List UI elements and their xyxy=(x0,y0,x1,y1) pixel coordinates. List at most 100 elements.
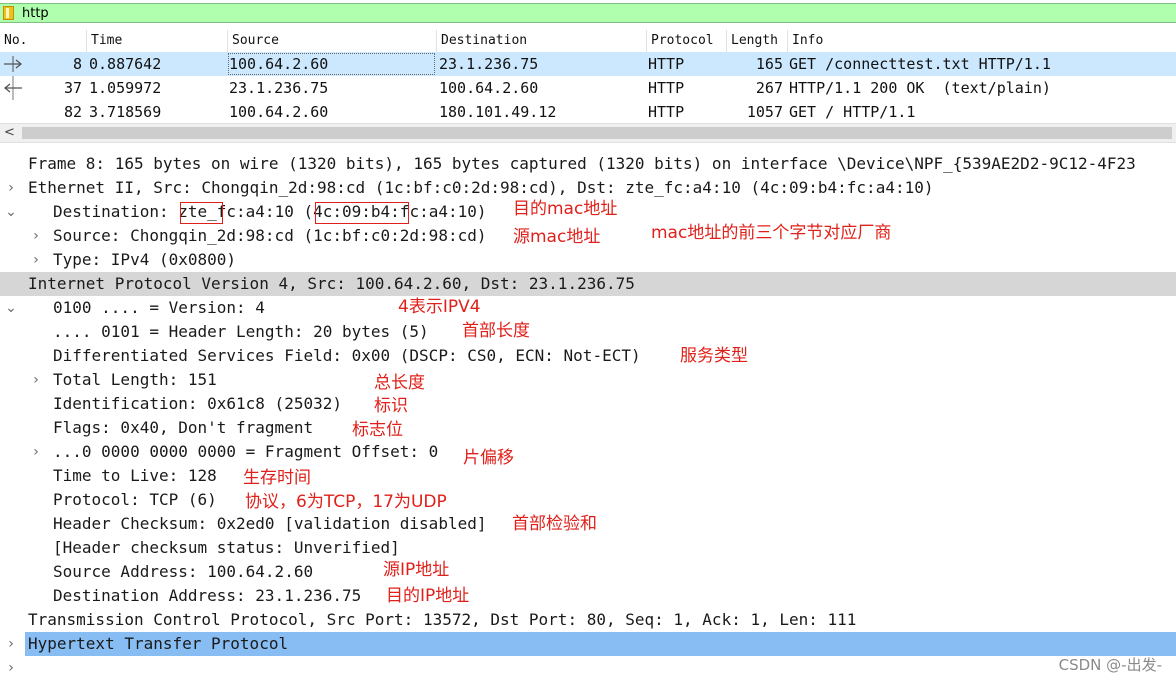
tree-item-label: Ethernet II, Src: Chongqin_2d:98:cd (1c:… xyxy=(28,178,934,197)
annotation-dst-ip: 目的IP地址 xyxy=(386,586,470,606)
tree-item-ip-checksum-status[interactable]: [Header checksum status: Unverified] xyxy=(0,536,1176,560)
packet-length: 1057 xyxy=(746,103,783,121)
column-header-no[interactable]: No. xyxy=(0,30,86,52)
packet-length: 267 xyxy=(755,79,783,97)
bookmark-icon[interactable] xyxy=(3,6,14,20)
tree-item-label: Frame 8: 165 bytes on wire (1320 bits), … xyxy=(28,154,1136,173)
packet-time: 0.887642 xyxy=(89,55,162,73)
column-header-info[interactable]: Info xyxy=(787,30,1176,52)
tree-item-label: Source: Chongqin_2d:98:cd (1c:bf:c0:2d:9… xyxy=(53,226,487,245)
watermark: CSDN @-出发- xyxy=(1058,656,1162,674)
annotation-total-length: 总长度 xyxy=(374,373,425,393)
packet-info: GET /connecttest.txt HTTP/1.1 xyxy=(789,55,1051,73)
oui-highlight-box xyxy=(315,202,409,224)
tree-item-label: Hypertext Transfer Protocol xyxy=(28,634,289,653)
packet-time: 1.059972 xyxy=(89,79,162,97)
packet-time: 3.718569 xyxy=(89,103,162,121)
tree-item-label: Destination: zte_fc:a4:10 (4c:09:b4:fc:a… xyxy=(53,200,487,224)
packet-source: 100.64.2.60 xyxy=(227,52,436,76)
annotation-version: 4表示IPV4 xyxy=(398,297,481,317)
annotation-identification: 标识 xyxy=(374,396,408,416)
response-arrow-icon xyxy=(3,76,22,100)
tree-item-label: Time to Live: 128 xyxy=(53,466,217,485)
annotation-dst-mac: 目的mac地址 xyxy=(513,199,618,219)
eth-dst-mid: fc:a4:10 xyxy=(216,202,304,221)
tree-item-tcp[interactable]: › Transmission Control Protocol, Src Por… xyxy=(0,608,1176,652)
packet-destination: 100.64.2.60 xyxy=(439,79,539,97)
packet-destination: 23.1.236.75 xyxy=(439,55,539,73)
column-header-protocol[interactable]: Protocol xyxy=(646,30,726,52)
packet-info: GET / HTTP/1.1 xyxy=(789,103,916,121)
annotation-src-ip: 源IP地址 xyxy=(383,560,450,580)
column-header-length[interactable]: Length xyxy=(726,30,787,52)
tree-item-label: Source Address: 100.64.2.60 xyxy=(53,562,314,581)
packet-protocol: HTTP xyxy=(648,55,685,73)
tree-item-ip-total-length[interactable]: Total Length: 151 xyxy=(0,368,1176,392)
packet-info: HTTP/1.1 200 OK (text/plain) xyxy=(789,79,1051,97)
tree-item-label: Identification: 0x61c8 (25032) xyxy=(53,394,342,413)
tree-item-ip-version[interactable]: 0100 .... = Version: 4 xyxy=(0,296,1176,320)
column-header-time[interactable]: Time xyxy=(86,30,227,52)
packet-length: 165 xyxy=(755,55,783,73)
tree-item-ip-fragment-offset[interactable]: ...0 0000 0000 0000 = Fragment Offset: 0 xyxy=(0,440,1176,464)
column-header-destination[interactable]: Destination xyxy=(436,30,646,52)
packet-list-header: No. Time Source Destination Protocol Len… xyxy=(0,30,1176,53)
tree-item-label: Type: IPv4 (0x0800) xyxy=(53,250,237,269)
tree-item-label: 0100 .... = Version: 4 xyxy=(53,298,265,317)
tree-item-ip-ttl[interactable]: Time to Live: 128 xyxy=(0,464,1176,488)
tree-item-label: Total Length: 151 xyxy=(53,370,217,389)
annotation-checksum: 首部检验和 xyxy=(512,514,597,534)
annotation-oui: mac地址的前三个字节对应厂商 xyxy=(651,223,892,243)
scroll-left-arrow-icon[interactable]: < xyxy=(4,124,15,142)
tree-item-ethernet[interactable]: ⌄ Ethernet II, Src: Chongqin_2d:98:cd (1… xyxy=(0,176,1176,220)
column-header-source[interactable]: Source xyxy=(227,30,436,52)
tree-item-label: Header Checksum: 0x2ed0 [validation disa… xyxy=(53,514,487,533)
packet-source: 23.1.236.75 xyxy=(229,79,329,97)
tree-item-http[interactable]: Hypertext Transfer Protocol xyxy=(25,632,1176,656)
annotation-src-mac: 源mac地址 xyxy=(513,227,601,247)
packet-list-hscrollbar[interactable]: < xyxy=(0,123,1176,143)
display-filter-input[interactable]: http xyxy=(22,5,49,22)
tree-item-label: .... 0101 = Header Length: 20 bytes (5) xyxy=(53,322,429,341)
packet-no: 37 xyxy=(63,79,82,97)
packet-no: 82 xyxy=(63,103,82,121)
annotation-dsf: 服务类型 xyxy=(680,346,748,366)
tree-item-frame[interactable]: › Frame 8: 165 bytes on wire (1320 bits)… xyxy=(0,152,1176,196)
packet-row[interactable]: 37 1.059972 23.1.236.75 100.64.2.60 HTTP… xyxy=(0,76,1176,100)
tree-item-ip-flags[interactable]: › Flags: 0x40, Don't fragment xyxy=(0,416,1176,460)
annotation-header-length: 首部长度 xyxy=(462,321,530,341)
packet-protocol: HTTP xyxy=(648,103,685,121)
tree-item-label: Internet Protocol Version 4, Src: 100.64… xyxy=(28,274,635,293)
tree-item-ip-protocol[interactable]: Protocol: TCP (6) xyxy=(0,488,1176,512)
packet-destination: 180.101.49.12 xyxy=(439,103,557,121)
tree-item-label: Transmission Control Protocol, Src Port:… xyxy=(28,610,857,629)
tree-item-ip-identification[interactable]: Identification: 0x61c8 (25032) xyxy=(0,392,1176,416)
display-filter-bar[interactable]: http xyxy=(0,3,1176,23)
tree-item-label: Differentiated Services Field: 0x00 (DSC… xyxy=(53,346,641,365)
annotation-flags: 标志位 xyxy=(352,420,403,440)
tree-item-label: ...0 0000 0000 0000 = Fragment Offset: 0 xyxy=(53,442,439,461)
tree-item-label: [Header checksum status: Unverified] xyxy=(53,538,400,557)
tree-item-ipv4[interactable]: ⌄ Internet Protocol Version 4, Src: 100.… xyxy=(0,272,1176,316)
tree-item-label: Destination Address: 23.1.236.75 xyxy=(53,586,362,605)
tree-item-ip-dsf[interactable]: › Differentiated Services Field: 0x00 (D… xyxy=(0,344,1176,388)
packet-protocol: HTTP xyxy=(648,79,685,97)
tree-item-eth-type[interactable]: Type: IPv4 (0x0800) xyxy=(0,248,1176,272)
packet-row[interactable]: 82 3.718569 100.64.2.60 180.101.49.12 HT… xyxy=(0,100,1176,124)
annotation-fragment-offset: 片偏移 xyxy=(463,448,514,468)
packet-no: 8 xyxy=(72,55,82,73)
tree-item-ip-source[interactable]: Source Address: 100.64.2.60 xyxy=(0,560,1176,584)
annotation-protocol: 协议，6为TCP，17为UDP xyxy=(245,492,447,512)
packet-row[interactable]: 8 0.887642 100.64.2.60 23.1.236.75 HTTP … xyxy=(0,52,1176,76)
tree-item-label: Flags: 0x40, Don't fragment xyxy=(53,418,314,437)
tree-item-ip-destination[interactable]: Destination Address: 23.1.236.75 xyxy=(0,584,1176,608)
tree-item-ip-header-length[interactable]: .... 0101 = Header Length: 20 bytes (5) xyxy=(0,320,1176,344)
packet-source: 100.64.2.60 xyxy=(229,103,329,121)
vendor-highlight-box xyxy=(180,202,223,224)
annotation-ttl: 生存时间 xyxy=(243,468,311,488)
eth-dst-prefix: Destination: xyxy=(53,202,179,221)
request-arrow-icon xyxy=(4,56,23,72)
scrollbar-thumb[interactable] xyxy=(22,127,1172,139)
chevron-right-icon[interactable]: › xyxy=(5,656,17,680)
tree-item-label: Protocol: TCP (6) xyxy=(53,490,217,509)
